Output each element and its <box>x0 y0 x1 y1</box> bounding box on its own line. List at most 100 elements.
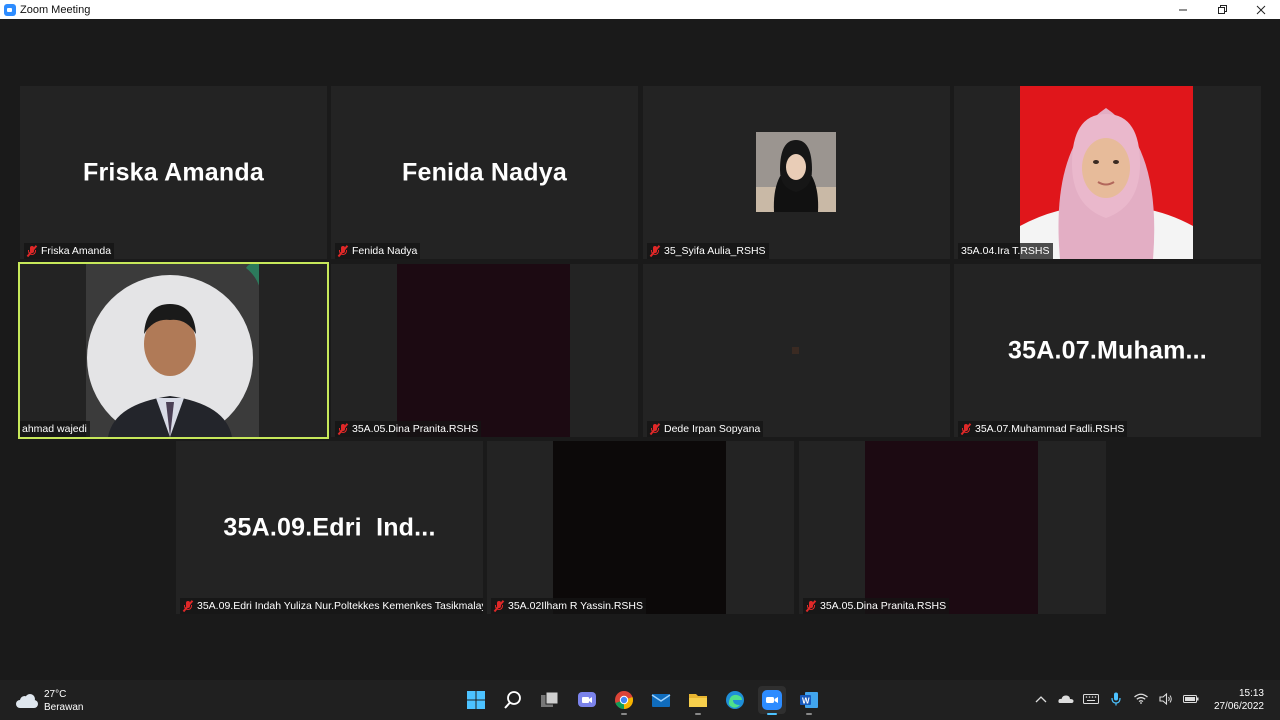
participant-display-name: 35A.07.Muham... <box>1008 336 1207 364</box>
participant-display-name: 35A.09.Edri Ind... <box>223 513 436 541</box>
onedrive-icon <box>1058 694 1074 703</box>
minimize-button[interactable] <box>1163 0 1202 19</box>
file-explorer-icon <box>689 694 707 707</box>
task-view-icon <box>541 691 559 707</box>
task-view-button[interactable] <box>536 686 564 714</box>
mic-muted-icon <box>182 600 194 612</box>
participant-name: ahmad wajedi <box>22 423 87 435</box>
battery-icon <box>1183 694 1199 703</box>
speaker-icon <box>1159 692 1173 705</box>
taskbar-clock[interactable]: 15:13 27/06/2022 <box>1214 687 1264 713</box>
participant-name-label: 35A.04.Ira T.RSHS <box>958 243 1053 259</box>
clock-time: 15:13 <box>1238 688 1264 699</box>
keyboard-icon <box>1083 693 1100 704</box>
mail-button[interactable] <box>647 686 675 714</box>
participant-tile[interactable]: Fenida Nadya Fenida Nadya <box>331 86 638 259</box>
mail-icon <box>651 694 671 707</box>
keyboard-button[interactable] <box>1079 693 1104 707</box>
participant-tile[interactable]: 35A.04.Ira T.RSHS <box>954 86 1261 259</box>
participant-name: 35_Syifa Aulia_RSHS <box>664 245 766 257</box>
word-icon: W <box>800 692 818 708</box>
microphone-in-use-button[interactable] <box>1104 692 1129 709</box>
mic-muted-icon <box>493 600 505 612</box>
participant-display-name: Fenida Nadya <box>402 158 567 186</box>
restore-button[interactable] <box>1202 0 1241 19</box>
weather-condition: Berawan <box>44 702 84 713</box>
participant-tile[interactable]: Dede Irpan Sopyana <box>643 264 950 437</box>
chevron-up-icon <box>1035 695 1047 702</box>
participant-name-label: ahmad wajedi <box>20 421 90 437</box>
show-hidden-icons-button[interactable] <box>1029 694 1054 707</box>
participant-name-label: 35A.02Ilham R Yassin.RSHS <box>491 598 647 614</box>
profile-photo <box>1020 86 1193 259</box>
weather-temperature: 27°C <box>44 689 67 700</box>
cloud-icon <box>16 694 38 708</box>
close-icon <box>1256 5 1265 14</box>
participant-video <box>86 264 259 437</box>
wifi-button[interactable] <box>1129 693 1154 707</box>
participant-name-label: 35_Syifa Aulia_RSHS <box>647 243 769 259</box>
participant-tile[interactable]: Friska Amanda Friska Amanda <box>20 86 327 259</box>
zoom-taskbar-button[interactable] <box>758 686 786 715</box>
participant-tile[interactable]: 35A.02Ilham R Yassin.RSHS <box>487 441 794 614</box>
mic-muted-icon <box>649 245 661 257</box>
chrome-button[interactable] <box>610 686 638 715</box>
participant-tile[interactable]: 35A.09.Edri Ind... 35A.09.Edri Indah Yul… <box>176 441 483 614</box>
close-button[interactable] <box>1241 0 1280 19</box>
participant-name-label: Fenida Nadya <box>335 243 421 259</box>
participant-name: Dede Irpan Sopyana <box>664 423 761 435</box>
participant-name: 35A.05.Dina Pranita.RSHS <box>352 423 479 435</box>
participant-video <box>553 441 726 614</box>
participant-video <box>792 347 799 354</box>
mic-muted-icon <box>337 423 349 435</box>
weather-widget[interactable]: 27°C Berawan <box>16 688 83 714</box>
restore-icon <box>1217 4 1227 14</box>
edge-button[interactable] <box>721 686 749 714</box>
participant-display-name: Friska Amanda <box>83 158 264 186</box>
participant-name-label: 35A.05.Dina Pranita.RSHS <box>335 421 482 437</box>
start-icon <box>467 691 485 709</box>
system-tray: 15:13 27/06/2022 <box>1029 680 1280 720</box>
title-bar: Zoom Meeting <box>0 0 1280 19</box>
mic-muted-icon <box>26 245 38 257</box>
microphone-icon <box>1111 692 1122 705</box>
search-button[interactable] <box>499 686 527 714</box>
search-icon <box>504 691 521 709</box>
mic-muted-icon <box>960 423 972 435</box>
participant-name-label: 35A.05.Dina Pranita.RSHS <box>803 598 950 614</box>
participant-name: Fenida Nadya <box>352 245 418 257</box>
teams-chat-icon <box>578 692 596 707</box>
file-explorer-button[interactable] <box>684 686 712 715</box>
participant-name-label: 35A.07.Muhammad Fadli.RSHS <box>958 421 1128 437</box>
participant-tile-active-speaker[interactable]: ahmad wajedi <box>18 262 329 439</box>
gallery-view: Friska Amanda Friska Amanda Fenida Nadya… <box>0 19 1280 680</box>
onedrive-button[interactable] <box>1054 694 1079 707</box>
window-title: Zoom Meeting <box>20 3 91 16</box>
word-button[interactable]: W <box>795 686 823 715</box>
minimize-icon <box>1178 9 1187 10</box>
mic-muted-icon <box>337 245 349 257</box>
participant-tile[interactable]: 35A.07.Muham... 35A.07.Muhammad Fadli.RS… <box>954 264 1261 437</box>
zoom-icon <box>762 690 782 710</box>
volume-button[interactable] <box>1154 692 1179 708</box>
battery-button[interactable] <box>1179 694 1204 707</box>
participant-name: 35A.07.Muhammad Fadli.RSHS <box>975 423 1125 435</box>
edge-icon <box>726 691 744 709</box>
windows-taskbar: 27°C Berawan W 15:13 27/06/2022 <box>0 680 1280 720</box>
participant-tile[interactable]: 35A.05.Dina Pranita.RSHS <box>331 264 638 437</box>
clock-date: 27/06/2022 <box>1213 701 1264 712</box>
participant-name: 35A.09.Edri Indah Yuliza Nur.Poltekkes K… <box>197 600 483 612</box>
zoom-app-icon <box>4 3 16 16</box>
participant-name-label: Friska Amanda <box>24 243 115 259</box>
participant-name: 35A.02Ilham R Yassin.RSHS <box>508 600 644 612</box>
participant-tile[interactable]: 35A.05.Dina Pranita.RSHS <box>799 441 1106 614</box>
svg-text:W: W <box>802 697 810 706</box>
mic-muted-icon <box>805 600 817 612</box>
participant-name-label: 35A.09.Edri Indah Yuliza Nur.Poltekkes K… <box>180 598 483 614</box>
teams-chat-button[interactable] <box>573 686 601 714</box>
start-button[interactable] <box>462 686 490 714</box>
participant-tile[interactable]: 35_Syifa Aulia_RSHS <box>643 86 950 259</box>
mic-muted-icon <box>649 423 661 435</box>
participant-name: Friska Amanda <box>41 245 112 257</box>
participant-name: 35A.05.Dina Pranita.RSHS <box>820 600 947 612</box>
